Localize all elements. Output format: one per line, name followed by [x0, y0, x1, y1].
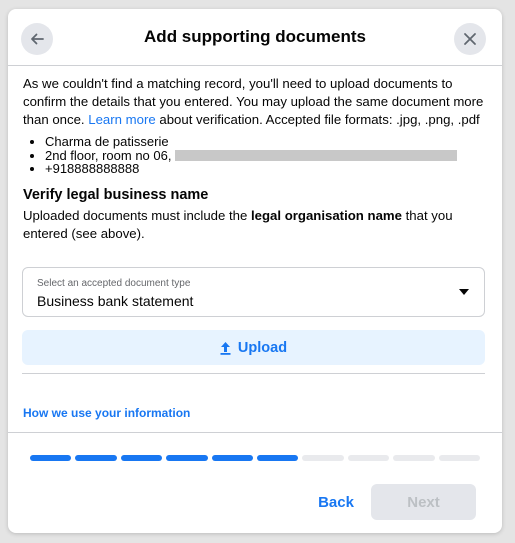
back-arrow-button[interactable]	[21, 23, 53, 55]
learn-more-link[interactable]: Learn more	[88, 112, 155, 127]
upload-arrow-icon	[220, 341, 231, 355]
entered-details-list: Charma de patisserie 2nd floor, room no …	[23, 135, 487, 176]
verify-section-title: Verify legal business name	[23, 186, 209, 203]
back-button[interactable]: Back	[300, 484, 372, 520]
caret-down-icon	[459, 289, 469, 295]
verify-section-description: Uploaded documents must include the lega…	[23, 207, 487, 243]
upload-button[interactable]: Upload	[22, 330, 485, 365]
add-documents-dialog: Add supporting documents As we couldn't …	[8, 9, 502, 533]
arrow-left-icon	[31, 33, 44, 45]
address-item: 2nd floor, room no 06,	[45, 148, 487, 163]
phone-item: +918888888888	[45, 162, 487, 176]
how-we-use-info-link[interactable]: How we use your information	[23, 406, 190, 420]
header-divider	[8, 65, 502, 66]
upload-divider	[22, 373, 485, 374]
dialog-title: Add supporting documents	[144, 27, 366, 46]
business-name-item: Charma de patisserie	[45, 135, 487, 149]
footer-divider	[8, 432, 502, 433]
step-progress-bar	[30, 455, 481, 461]
document-type-label: Select an accepted document type	[37, 278, 191, 289]
redacted-address	[175, 149, 458, 161]
verify-desc-bold: legal organisation name	[251, 207, 402, 223]
progress-segment	[75, 455, 117, 461]
close-button[interactable]	[454, 23, 486, 55]
intro-text: As we couldn't find a matching record, y…	[23, 75, 487, 129]
progress-segment	[211, 455, 254, 461]
progress-segment	[347, 455, 390, 461]
progress-segment	[257, 455, 299, 461]
intro-text-end: about verification. Accepted file format…	[155, 112, 480, 127]
upload-label: Upload	[237, 339, 288, 356]
dialog-content: As we couldn't find a matching record, y…	[23, 75, 487, 243]
progress-segment	[438, 455, 481, 461]
progress-segment	[166, 455, 208, 461]
document-type-value: Business bank statement	[37, 293, 194, 309]
next-button: Next	[371, 484, 476, 520]
progress-segment	[302, 455, 344, 461]
progress-segment	[393, 455, 435, 461]
close-icon	[464, 33, 476, 45]
document-type-select[interactable]: Select an accepted document type Busines…	[22, 267, 485, 317]
progress-segment	[30, 455, 72, 461]
verify-desc-start: Uploaded documents must include the	[23, 207, 251, 223]
dialog-header: Add supporting documents	[8, 9, 502, 65]
progress-segment	[120, 455, 163, 461]
